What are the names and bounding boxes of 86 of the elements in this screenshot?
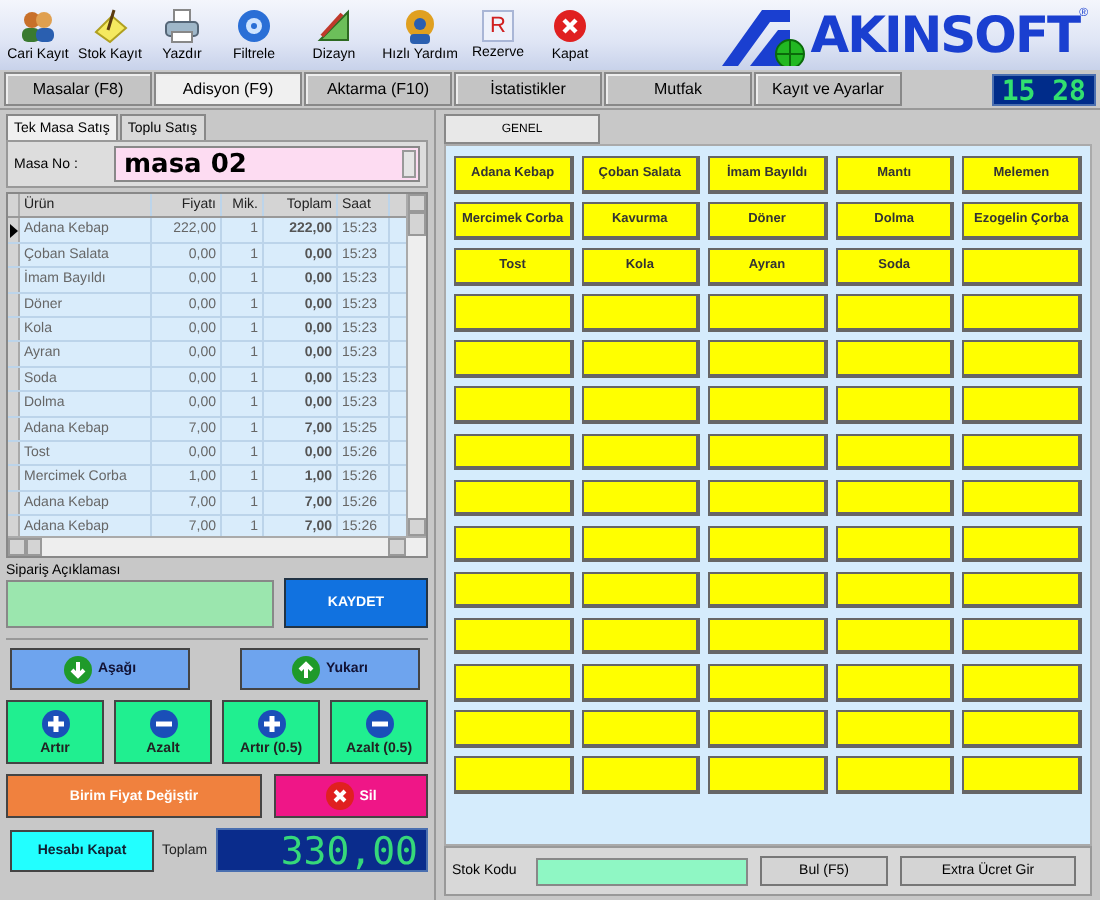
- empty-product-button[interactable]: [962, 756, 1082, 794]
- empty-product-button[interactable]: [835, 617, 955, 655]
- scrollbar[interactable]: [8, 536, 426, 556]
- empty-product-button[interactable]: [581, 294, 701, 332]
- empty-product-button[interactable]: [708, 710, 828, 748]
- empty-product-button[interactable]: [708, 525, 828, 563]
- empty-product-button[interactable]: [962, 710, 1082, 748]
- empty-product-button[interactable]: [708, 294, 828, 332]
- ruler-icon: [316, 8, 352, 44]
- minus-icon: [365, 709, 393, 737]
- empty-product-button[interactable]: [581, 710, 701, 748]
- plus-icon: [257, 709, 285, 737]
- close-icon: [325, 782, 354, 810]
- note-field[interactable]: [6, 579, 274, 627]
- note-icon: [92, 8, 128, 44]
- tab[interactable]: Adisyon (F9): [154, 72, 302, 106]
- empty-product-button[interactable]: [454, 294, 574, 332]
- empty-product-button[interactable]: [581, 664, 701, 702]
- tab[interactable]: Masalar (F8): [4, 72, 152, 106]
- empty-product-button[interactable]: [708, 664, 828, 702]
- empty-product-button[interactable]: [454, 617, 574, 655]
- empty-product-button[interactable]: [962, 617, 1082, 655]
- empty-product-button[interactable]: [454, 433, 574, 471]
- empty-product-button[interactable]: [708, 386, 828, 424]
- empty-product-button[interactable]: [581, 617, 701, 655]
- empty-product-button[interactable]: [835, 525, 955, 563]
- tab[interactable]: Aktarma (F10): [304, 72, 452, 106]
- empty-product-button[interactable]: [454, 710, 574, 748]
- minus-icon: [149, 709, 177, 737]
- total-display: 330,00: [215, 828, 428, 872]
- empty-product-button[interactable]: [835, 571, 955, 609]
- empty-product-button[interactable]: [454, 340, 574, 378]
- empty-product-button[interactable]: [454, 664, 574, 702]
- empty-product-button[interactable]: [708, 479, 828, 517]
- people-icon: [20, 8, 56, 44]
- empty-product-button[interactable]: [835, 340, 955, 378]
- tab[interactable]: Kayıt ve Ayarlar: [754, 72, 902, 106]
- empty-product-button[interactable]: [581, 756, 701, 794]
- empty-product-button[interactable]: [835, 294, 955, 332]
- empty-product-button[interactable]: [835, 386, 955, 424]
- empty-product-button[interactable]: [962, 248, 1082, 286]
- empty-product-button[interactable]: [962, 664, 1082, 702]
- plus-icon: [41, 709, 69, 737]
- up-arrow-icon: [291, 655, 320, 683]
- empty-product-button[interactable]: [454, 386, 574, 424]
- empty-product-button[interactable]: [708, 756, 828, 794]
- empty-product-button[interactable]: [581, 386, 701, 424]
- empty-product-button[interactable]: [581, 340, 701, 378]
- empty-product-button[interactable]: [454, 756, 574, 794]
- tab[interactable]: Mutfak: [604, 72, 752, 106]
- empty-product-button[interactable]: [962, 525, 1082, 563]
- empty-product-button[interactable]: [581, 433, 701, 471]
- empty-product-button[interactable]: [835, 433, 955, 471]
- empty-product-button[interactable]: [962, 294, 1082, 332]
- down-arrow-icon: [63, 655, 92, 683]
- stock-code-field[interactable]: [536, 857, 748, 885]
- tab[interactable]: İstatistikler: [454, 72, 602, 106]
- empty-product-button[interactable]: [708, 617, 828, 655]
- empty-product-button[interactable]: [962, 340, 1082, 378]
- empty-product-button[interactable]: [962, 386, 1082, 424]
- empty-product-button[interactable]: [962, 571, 1082, 609]
- empty-product-button[interactable]: [962, 433, 1082, 471]
- logo-text: AKINSOFT: [810, 6, 1080, 64]
- empty-product-button[interactable]: [708, 433, 828, 471]
- empty-product-button[interactable]: [454, 479, 574, 517]
- empty-product-button[interactable]: [962, 479, 1082, 517]
- empty-product-button[interactable]: [835, 756, 955, 794]
- table-dropdown[interactable]: masa 02: [114, 146, 420, 182]
- close-icon: [552, 8, 588, 44]
- empty-product-button[interactable]: [835, 664, 955, 702]
- empty-product-button[interactable]: [835, 479, 955, 517]
- empty-product-button[interactable]: [835, 710, 955, 748]
- dropdown-icon: [402, 150, 416, 178]
- printer-icon: [164, 8, 200, 44]
- empty-product-button[interactable]: [454, 571, 574, 609]
- empty-product-button[interactable]: [581, 525, 701, 563]
- letter-icon: R: [482, 10, 514, 42]
- clock-display: 15 28: [991, 73, 1096, 105]
- empty-product-button[interactable]: [708, 571, 828, 609]
- scrollbar[interactable]: [406, 194, 426, 536]
- empty-product-button[interactable]: [708, 340, 828, 378]
- empty-product-button[interactable]: [581, 479, 701, 517]
- empty-product-button[interactable]: [581, 571, 701, 609]
- empty-product-button[interactable]: [454, 525, 574, 563]
- disc-icon: [236, 8, 272, 44]
- pointer-icon: [9, 223, 17, 238]
